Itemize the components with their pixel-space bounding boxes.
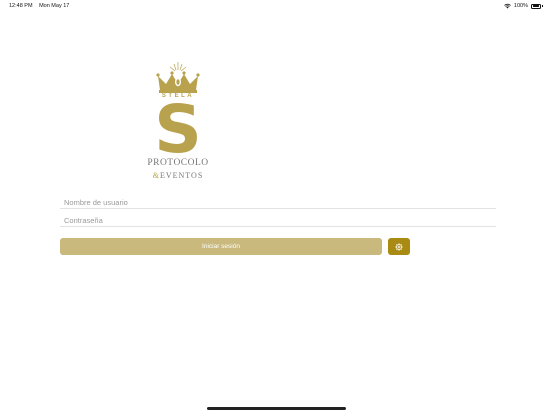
status-left: 12:48 PM Mon May 17	[9, 0, 74, 12]
crown-icon	[156, 62, 200, 93]
username-field-container	[60, 192, 496, 211]
status-bar: 12:48 PM Mon May 17 100%	[0, 0, 552, 12]
logo-line-2-text: EVENTOS	[159, 171, 204, 180]
logo-monogram: S	[154, 91, 202, 168]
password-field-container	[60, 210, 496, 229]
home-indicator[interactable]	[207, 407, 346, 410]
login-button[interactable]: Iniciar sesión	[60, 238, 382, 255]
status-time: 12:48 PM	[9, 3, 33, 9]
battery-percent: 100%	[513, 3, 528, 9]
settings-button[interactable]	[388, 238, 410, 255]
battery-tip	[542, 5, 543, 7]
battery-icon	[531, 3, 541, 9]
logo-line-2: &EVENTOS	[140, 171, 216, 180]
company-logo: STELA S PROTOCOLO &EVENTOS	[140, 60, 216, 184]
wifi-icon	[504, 3, 511, 9]
gear-icon	[395, 242, 403, 251]
status-date: Mon May 17	[39, 3, 70, 9]
logo-line-1: PROTOCOLO	[147, 158, 209, 168]
password-input[interactable]	[60, 212, 496, 229]
username-input[interactable]	[60, 194, 496, 211]
status-right: 100%	[504, 0, 543, 12]
logo-ampersand: &	[152, 171, 160, 180]
